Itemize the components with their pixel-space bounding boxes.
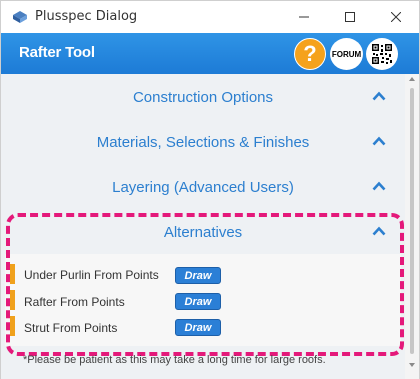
window-title: Plusspec Dialog [35, 9, 138, 24]
scroll-down-icon[interactable] [409, 363, 415, 367]
forum-button[interactable]: FORUM [330, 38, 363, 70]
qr-code-button[interactable] [366, 38, 398, 70]
highlight-annotation [6, 213, 404, 356]
qr-code-icon [371, 43, 393, 65]
section-layering[interactable]: Layering (Advanced Users) [1, 166, 405, 210]
close-icon [391, 12, 401, 22]
plusspec-dialog-window: Plusspec Dialog Rafter Tool ? FORUM Cons… [0, 0, 420, 379]
minimize-button[interactable] [281, 1, 327, 33]
section-materials-selections-finishes[interactable]: Materials, Selections & Finishes [1, 121, 405, 165]
section-label: Layering (Advanced Users) [112, 179, 294, 196]
section-construction-options[interactable]: Construction Options [1, 76, 405, 120]
chevron-up-icon [372, 181, 386, 191]
section-label: Construction Options [132, 89, 274, 106]
minimize-icon [299, 16, 309, 18]
chevron-up-icon [372, 91, 386, 101]
tool-title: Rafter Tool [19, 44, 95, 61]
patience-note: *Please be patient as this may take a lo… [23, 354, 326, 366]
title-bar: Plusspec Dialog [1, 1, 419, 33]
help-button[interactable]: ? [294, 38, 326, 70]
scroll-up-icon[interactable] [409, 77, 415, 81]
section-label: Materials, Selections & Finishes [96, 134, 310, 151]
scrollbar-thumb[interactable] [410, 88, 414, 354]
maximize-icon [345, 12, 355, 22]
close-button[interactable] [373, 1, 419, 33]
chevron-up-icon [372, 136, 386, 146]
app-icon [13, 11, 27, 23]
maximize-button[interactable] [327, 1, 373, 33]
